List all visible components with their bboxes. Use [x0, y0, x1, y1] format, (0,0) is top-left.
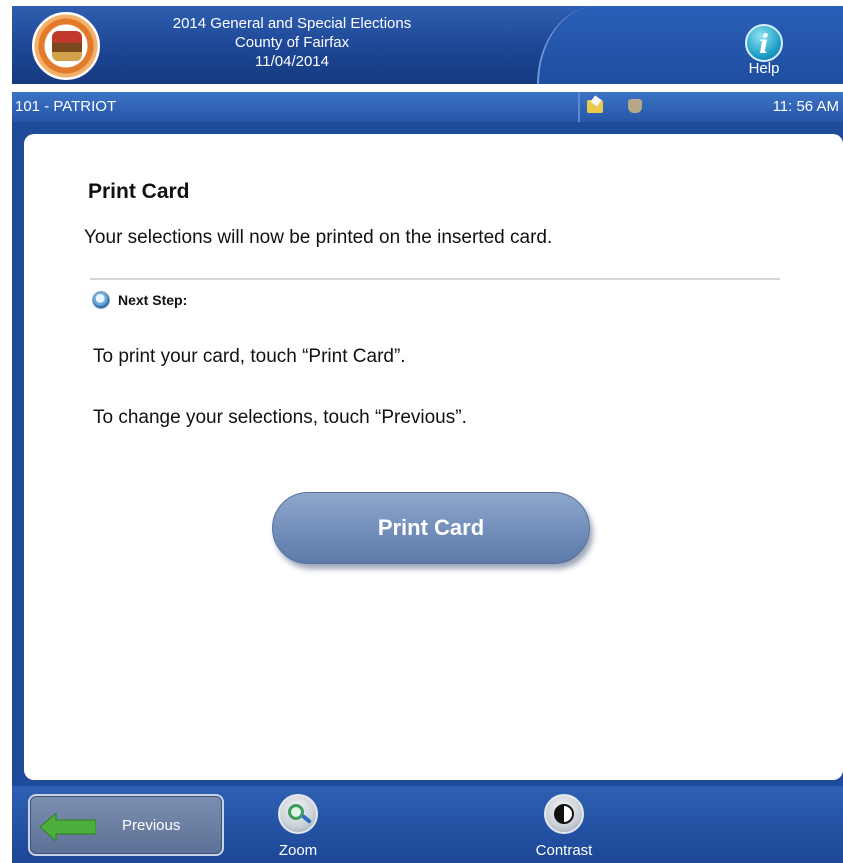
info-icon: i	[745, 24, 783, 62]
zoom-label: Zoom	[278, 842, 318, 859]
county-name: County of Fairfax	[234, 34, 350, 51]
next-step-icon	[92, 291, 110, 309]
print-card-button[interactable]: Print Card	[272, 492, 590, 564]
zoom-button[interactable]: Zoom	[253, 794, 343, 860]
county-seal-logo	[32, 12, 100, 80]
status-bar: 101 - PATRIOT 11: 56 AM	[12, 92, 843, 122]
contrast-button[interactable]: Contrast	[519, 794, 609, 860]
election-name: 2014 General and Special Elections	[172, 15, 412, 32]
divider-line	[90, 278, 780, 280]
page-title: Print Card	[88, 180, 190, 203]
bottom-toolbar: Previous Zoom Contrast	[12, 786, 843, 863]
next-step-header: Next Step:	[92, 290, 187, 310]
zoom-icon	[278, 794, 318, 834]
header-bar: 2014 General and Special Elections Count…	[12, 6, 843, 84]
next-step-label: Next Step:	[118, 292, 188, 308]
precinct-label: 101 - PATRIOT	[15, 98, 117, 115]
contrast-label: Contrast	[535, 842, 593, 859]
previous-label: Previous	[122, 817, 181, 834]
previous-instruction: To change your selections, touch “Previo…	[93, 407, 467, 428]
previous-button[interactable]: Previous	[28, 794, 224, 856]
contrast-icon	[544, 794, 584, 834]
content-panel: Print Card Your selections will now be p…	[24, 134, 843, 780]
status-divider	[578, 92, 580, 122]
note-icon	[587, 100, 603, 113]
print-card-instruction: To print your card, touch “Print Card”.	[93, 346, 406, 367]
election-date: 11/04/2014	[255, 53, 329, 70]
seal-emblem	[52, 31, 82, 61]
help-button[interactable]: i Help	[738, 24, 790, 77]
shield-icon	[628, 99, 642, 113]
clock-time: 11: 56 AM	[772, 98, 839, 115]
header-right-panel	[537, 6, 843, 84]
instruction-text: Your selections will now be printed on t…	[84, 227, 553, 248]
help-label: Help	[748, 60, 780, 77]
arrow-left-icon	[40, 813, 96, 841]
election-info: 2014 General and Special Elections Count…	[142, 14, 442, 71]
